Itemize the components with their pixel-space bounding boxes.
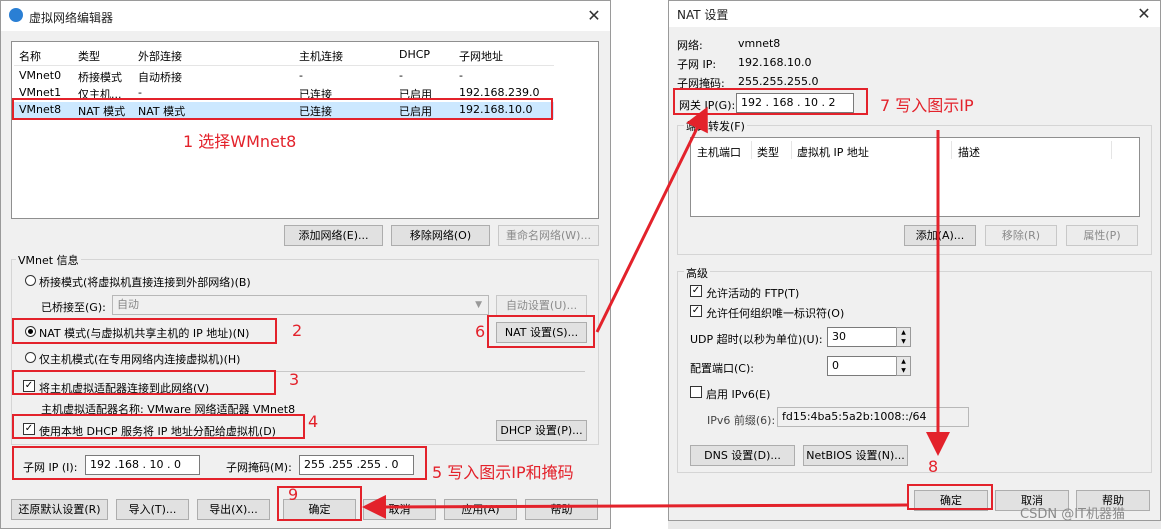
arrow-nat-settings-to-gateway (595, 106, 708, 333)
annotation-arrows (362, 106, 950, 519)
arrow-nat-ok-to-editor-ok (362, 494, 908, 519)
